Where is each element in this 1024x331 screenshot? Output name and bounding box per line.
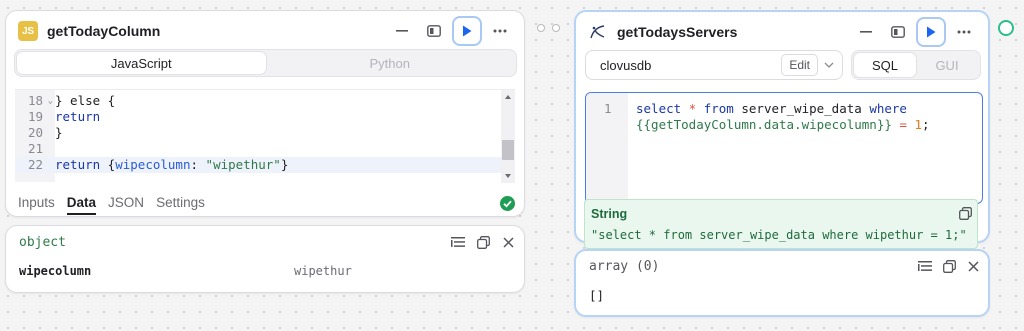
database-icon	[588, 22, 608, 42]
tab-data[interactable]: Data	[66, 195, 97, 215]
datasource-name: clovusdb	[600, 57, 652, 73]
code-line-22: 22 return {wipecolumn: "wipethur"}	[15, 157, 515, 173]
value-type-label: String	[591, 207, 628, 221]
tab-settings[interactable]: Settings	[156, 195, 205, 215]
sql-line-1: select * from server_wipe_data where	[636, 101, 907, 116]
datasource-select[interactable]: clovusdb Edit	[585, 50, 843, 80]
tab-inputs[interactable]: Inputs	[18, 195, 55, 215]
sql-line-1-wrap: {{getTodayColumn.data.wipecolumn}} = 1;	[636, 117, 930, 132]
panel-toggle-icon[interactable]	[884, 18, 912, 46]
connector-port[interactable]	[537, 24, 545, 32]
copy-icon[interactable]	[940, 257, 958, 275]
connector-port[interactable]	[552, 24, 560, 32]
line-number: 1	[604, 101, 612, 116]
edit-datasource-button[interactable]: Edit	[781, 54, 818, 76]
query-card-get-today-column: JS getTodayColumn JavaScript Python 18 ⌄ …	[5, 10, 525, 217]
fold-chevron-icon[interactable]: ⌄	[48, 93, 53, 109]
chevron-down-icon[interactable]	[824, 62, 834, 68]
copy-icon[interactable]	[956, 204, 974, 222]
run-query-button[interactable]	[916, 17, 946, 47]
result-value: []	[589, 288, 605, 303]
result-type-label: object	[19, 235, 66, 250]
mode-switch: SQL GUI	[851, 50, 981, 80]
code-line-21: 21	[27, 141, 43, 156]
copy-icon[interactable]	[474, 233, 492, 251]
list-view-icon[interactable]	[916, 257, 934, 275]
scroll-arrows-icon	[502, 95, 514, 178]
result-tabs: Inputs Data JSON Settings	[18, 195, 205, 215]
play-icon	[927, 26, 936, 38]
code-line-19: 19 return	[27, 109, 101, 124]
query-title[interactable]: getTodayColumn	[47, 23, 388, 39]
code-editor[interactable]: 18 ⌄ } else { 19 return 20 } 21 22 return…	[15, 89, 515, 183]
more-options-icon[interactable]	[486, 17, 514, 45]
tab-python[interactable]: Python	[266, 52, 515, 74]
output-connector-port[interactable]	[998, 20, 1014, 36]
panel-toggle-icon[interactable]	[420, 17, 448, 45]
sql-editor[interactable]: 1 select * from server_wipe_data where {…	[585, 92, 983, 204]
close-icon[interactable]	[964, 257, 982, 275]
more-options-icon[interactable]	[950, 18, 978, 46]
play-icon	[463, 25, 472, 37]
result-type-label: array (0)	[589, 259, 660, 274]
result-card-array: array (0) []	[574, 249, 990, 317]
editor-scrollbar[interactable]	[501, 90, 515, 183]
evaluated-sql-value: "select * from server_wipe_data where wi…	[591, 228, 967, 242]
close-icon[interactable]	[499, 233, 517, 251]
code-line-18: 18 ⌄ } else {	[27, 93, 116, 109]
query-header: JS getTodayColumn	[6, 11, 524, 51]
language-switch: JavaScript Python	[14, 49, 517, 77]
minimize-icon[interactable]	[852, 18, 880, 46]
tab-json[interactable]: JSON	[108, 195, 144, 215]
minimize-icon[interactable]	[388, 17, 416, 45]
javascript-icon: JS	[18, 21, 38, 41]
tab-sql[interactable]: SQL	[854, 53, 916, 77]
result-value: wipethur	[294, 264, 352, 278]
result-card-object: object wipecolumn wipethur	[5, 225, 525, 293]
query-title[interactable]: getTodaysServers	[617, 24, 852, 40]
run-query-button[interactable]	[452, 16, 482, 46]
code-line-20: 20 }	[27, 125, 63, 140]
success-status-icon	[500, 196, 515, 211]
query-header: getTodaysServers	[576, 12, 988, 52]
list-view-icon[interactable]	[449, 233, 467, 251]
tab-gui[interactable]: GUI	[916, 53, 978, 77]
tab-javascript[interactable]: JavaScript	[17, 52, 266, 74]
evaluated-value-popover: String "select * from server_wipe_data w…	[584, 199, 978, 249]
result-key: wipecolumn	[19, 264, 92, 278]
